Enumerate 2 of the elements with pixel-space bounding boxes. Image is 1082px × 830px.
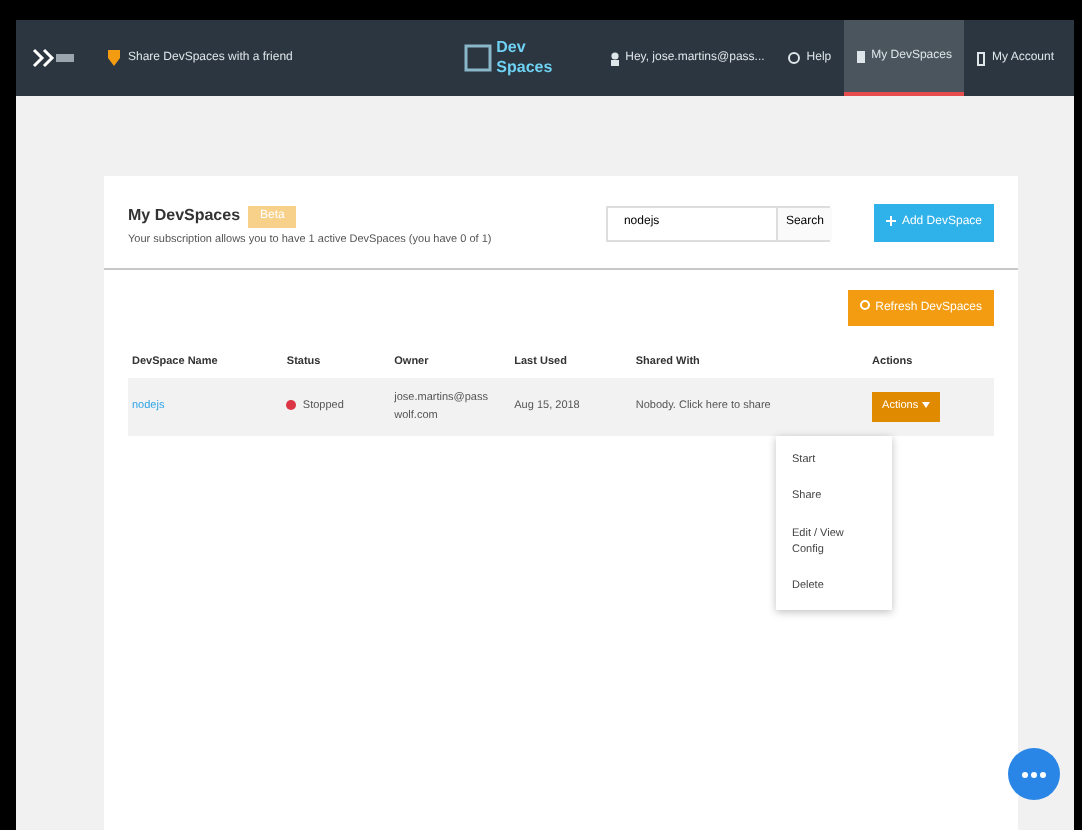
panel-title: My DevSpaces — [128, 204, 241, 228]
logo-text: Dev Spaces — [496, 38, 549, 78]
